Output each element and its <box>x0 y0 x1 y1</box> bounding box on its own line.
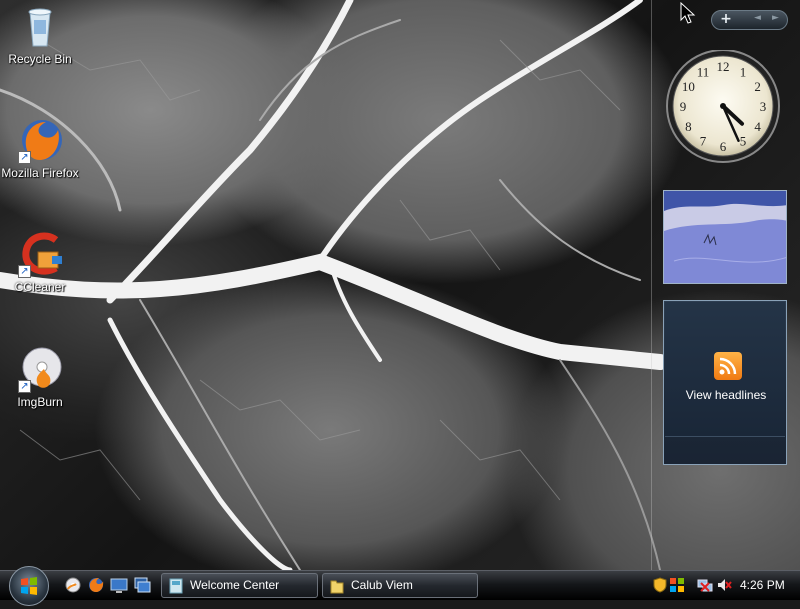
recycle-bin-icon <box>16 2 64 50</box>
clock-numeral: 6 <box>720 139 727 154</box>
rss-icon <box>714 352 742 380</box>
recycle-bin-icon-item[interactable]: Recycle Bin <box>0 2 80 66</box>
volume-muted-icon[interactable] <box>716 577 732 593</box>
desktop-icon-label: CCleaner <box>14 280 66 294</box>
clock-numeral: 5 <box>740 134 747 149</box>
sidebar-divider <box>651 0 652 570</box>
firefox-icon-item[interactable]: ↗ Mozilla Firefox <box>0 116 80 180</box>
folder-icon <box>330 580 344 594</box>
windows-flag-icon[interactable] <box>669 577 685 593</box>
clock-numeral: 11 <box>697 64 710 79</box>
feed-panel: View headlines <box>665 302 785 437</box>
slideshow-gadget[interactable] <box>663 190 787 284</box>
clock-gadget[interactable]: 1234567891011 12 <box>665 50 785 170</box>
taskbar: Welcome Center Calub Viem 4:26 PM <box>0 566 800 606</box>
quick-launch-firefox-icon[interactable] <box>87 576 105 594</box>
quick-launch-ie-icon[interactable] <box>64 576 82 594</box>
ccleaner-icon-item[interactable]: ↗ CCleaner <box>0 230 80 294</box>
firefox-icon: ↗ <box>16 116 64 164</box>
taskbar-button-label: Calub Viem <box>351 578 413 592</box>
desktop-icon-label: ImgBurn <box>17 395 63 409</box>
next-page-button[interactable]: ► <box>772 13 779 23</box>
shortcut-arrow-icon: ↗ <box>18 380 31 393</box>
desktop: Recycle Bin ↗ Mozilla Firefox ↗ CCleaner <box>0 0 800 570</box>
clock-numeral: 3 <box>760 99 767 114</box>
ccleaner-icon: ↗ <box>16 230 64 278</box>
feed-headlines-gadget[interactable]: View headlines <box>663 300 787 465</box>
slideshow-photo <box>664 191 786 283</box>
taskbar-clock[interactable]: 4:26 PM <box>740 578 785 592</box>
clock-numeral: 1 <box>740 64 747 79</box>
sidebar-gadget-controls: + ◄ ► <box>711 10 788 30</box>
welcome-center-icon <box>169 578 183 594</box>
desktop-icon-label: Recycle Bin <box>8 52 72 66</box>
clock-numeral: 9 <box>680 99 687 114</box>
clock-numeral: 7 <box>700 134 707 149</box>
desktop-icon-label: Mozilla Firefox <box>1 166 79 180</box>
shortcut-arrow-icon: ↗ <box>18 151 31 164</box>
mouse-cursor-icon <box>680 2 696 24</box>
windows-logo-icon <box>21 577 37 595</box>
clock-numeral: 4 <box>754 119 761 134</box>
taskbar-button-label: Welcome Center <box>190 578 280 592</box>
previous-page-button[interactable]: ◄ <box>754 13 761 23</box>
clock-numeral: 2 <box>754 79 761 94</box>
view-headlines-link[interactable]: View headlines <box>665 388 787 402</box>
network-disconnected-icon[interactable] <box>697 577 713 593</box>
clock-numeral: 10 <box>682 79 695 94</box>
clock-numeral: 8 <box>685 119 692 134</box>
quick-launch-switch-windows-icon[interactable] <box>133 576 151 594</box>
clock-numeral: 12 <box>717 59 730 74</box>
imgburn-icon: ↗ <box>16 345 64 393</box>
quick-launch-show-desktop-icon[interactable] <box>110 576 128 594</box>
security-shield-icon[interactable] <box>652 577 668 593</box>
taskbar-button-calub-viem[interactable]: Calub Viem <box>322 573 478 598</box>
add-gadget-button[interactable]: + <box>714 12 738 28</box>
imgburn-icon-item[interactable]: ↗ ImgBurn <box>0 345 80 409</box>
shortcut-arrow-icon: ↗ <box>18 265 31 278</box>
start-button[interactable] <box>9 566 49 606</box>
taskbar-button-welcome-center[interactable]: Welcome Center <box>161 573 318 598</box>
